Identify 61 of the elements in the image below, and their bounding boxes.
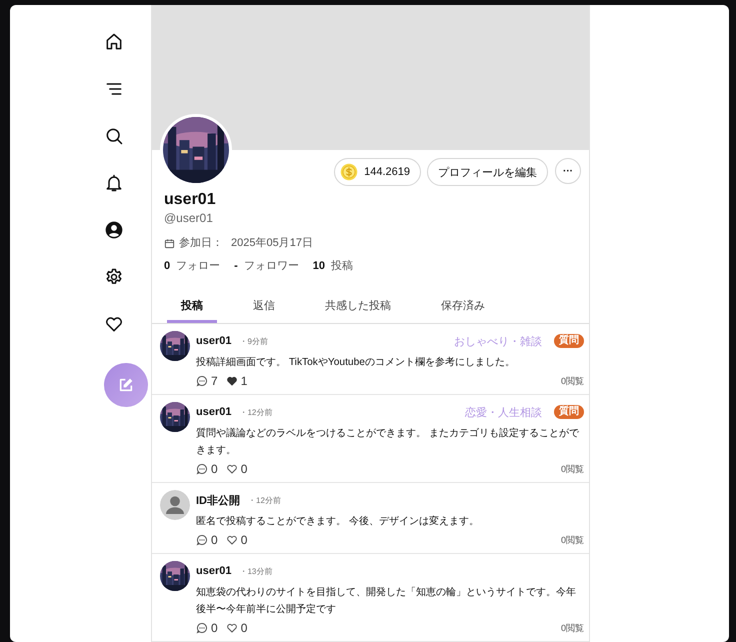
edit-profile-button[interactable]: プロフィールを編集 — [427, 158, 548, 186]
post-text: 投稿詳細画面です。 TikTokやYoutubeのコメント欄を参考にしました。 — [196, 356, 516, 370]
post-label-tag: 質問 — [554, 334, 584, 348]
view-count: 0閲覧 — [560, 462, 584, 476]
stat-count: - — [234, 259, 238, 273]
profile-tab[interactable]: 返信 — [239, 295, 289, 323]
post-text: 匿名で投稿することができます。 今後、デザインは変えます。 — [196, 514, 480, 529]
comment-count: 0 — [211, 533, 218, 547]
settings-icon — [104, 267, 124, 287]
more-button[interactable]: ··· — [555, 158, 581, 184]
post-username[interactable]: user01 — [196, 406, 232, 418]
heart-icon[interactable] — [226, 463, 238, 475]
profile-handle: @user01 — [164, 210, 213, 226]
post-username[interactable]: user01 — [196, 335, 232, 347]
comment-count: 0 — [211, 462, 218, 476]
stat-label[interactable]: フォロワー — [244, 259, 299, 273]
comment-icon[interactable] — [196, 463, 208, 475]
post-label-tag: 質問 — [554, 405, 584, 419]
like-count: 0 — [240, 621, 248, 635]
coin-icon — [340, 163, 358, 181]
calendar-icon — [164, 238, 175, 248]
profile-name: user01 — [164, 190, 216, 210]
view-count: 0閲覧 — [560, 622, 584, 634]
like-count: 0 — [240, 462, 248, 476]
stat-count: 10 — [312, 259, 326, 273]
edit-icon — [118, 377, 134, 393]
profile-tab[interactable]: 共感した投稿 — [311, 295, 405, 323]
post-time: ・12分前 — [239, 406, 272, 418]
comment-count: 7 — [211, 374, 218, 388]
home-icon — [104, 32, 124, 52]
profile-icon — [104, 220, 124, 240]
post-text: 質問や議論などのラベルをつけることができます。 またカテゴリも設定することができます。 — [196, 426, 580, 458]
heart-filled-icon[interactable] — [226, 375, 238, 387]
post-username[interactable]: user01 — [196, 565, 232, 577]
like-count: 1 — [240, 374, 248, 388]
post-username[interactable]: ID非公開 — [196, 492, 240, 508]
coin-balance-button[interactable]: 144.2619 — [334, 158, 421, 186]
heart-icon[interactable] — [226, 534, 238, 546]
profile-tab[interactable]: 保存済み — [427, 295, 499, 323]
profile-tab[interactable]: 投稿 — [167, 295, 217, 323]
joined-label: 参加日： — [179, 236, 223, 250]
like-count: 0 — [240, 533, 248, 547]
view-count: 0閲覧 — [560, 534, 584, 546]
comment-count: 0 — [211, 621, 218, 635]
comment-icon[interactable] — [196, 534, 208, 546]
view-count: 0閲覧 — [560, 374, 584, 388]
stat-label[interactable]: 投稿 — [331, 259, 354, 273]
post-text: 知恵袋の代わりのサイトを目指して、開発した「知恵の輪」というサイトです。今年後半〜今年前半に公開予定です — [196, 586, 577, 617]
search-icon — [104, 126, 124, 146]
comment-icon[interactable] — [196, 622, 208, 634]
post-time: ・9分前 — [239, 336, 268, 346]
bell-icon — [104, 173, 124, 193]
post-time: ・13分前 — [239, 566, 272, 576]
comment-icon[interactable] — [196, 375, 208, 387]
heart-icon[interactable] — [226, 622, 238, 634]
joined-date: 2025年05月17日 — [231, 236, 313, 250]
post-time: ・12分前 — [248, 494, 281, 506]
heart-icon — [104, 314, 124, 334]
stat-count: 0 — [164, 259, 170, 273]
stat-label[interactable]: フォロー — [176, 259, 220, 273]
compose-button[interactable] — [104, 363, 148, 407]
